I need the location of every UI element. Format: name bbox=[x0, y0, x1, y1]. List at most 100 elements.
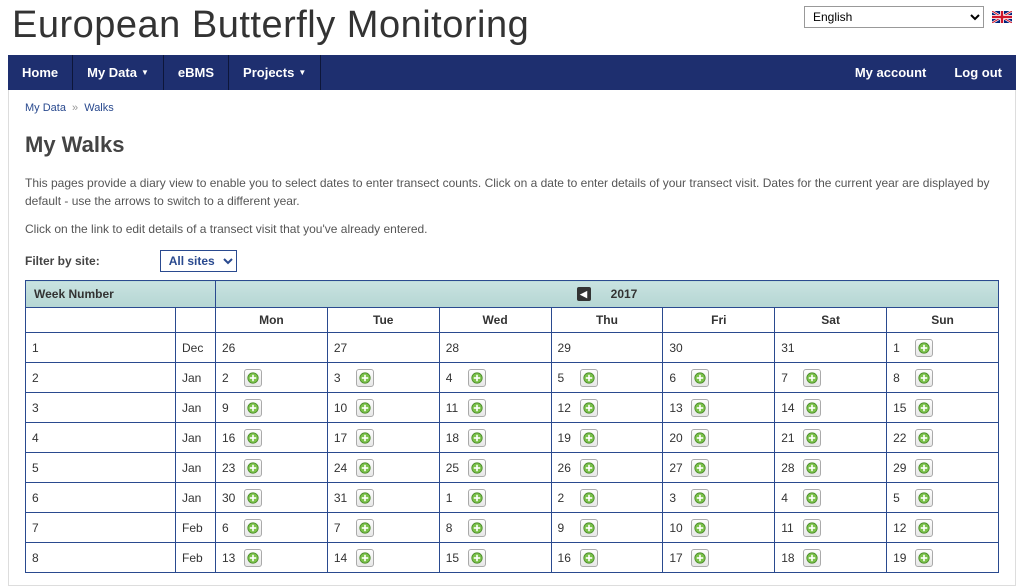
day-cell: 14 bbox=[327, 543, 439, 573]
add-walk-button[interactable] bbox=[803, 489, 821, 507]
day-number: 8 bbox=[893, 371, 909, 385]
add-walk-button[interactable] bbox=[244, 519, 262, 537]
day-cell: 29 bbox=[887, 453, 999, 483]
nav-item-home[interactable]: Home bbox=[8, 55, 73, 90]
add-walk-button[interactable] bbox=[803, 459, 821, 477]
day-number: 26 bbox=[222, 341, 238, 355]
site-filter-select[interactable]: All sites bbox=[160, 250, 237, 272]
add-walk-button[interactable] bbox=[356, 489, 374, 507]
add-walk-button[interactable] bbox=[580, 459, 598, 477]
day-number: 13 bbox=[669, 401, 685, 415]
day-cell: 6 bbox=[216, 513, 328, 543]
day-number: 26 bbox=[558, 461, 574, 475]
add-walk-button[interactable] bbox=[803, 549, 821, 567]
add-walk-button[interactable] bbox=[356, 549, 374, 567]
month-cell: Feb bbox=[176, 543, 216, 573]
add-walk-button[interactable] bbox=[691, 369, 709, 387]
day-number: 2 bbox=[222, 371, 238, 385]
day-number: 10 bbox=[669, 521, 685, 535]
add-walk-button[interactable] bbox=[691, 549, 709, 567]
add-walk-button[interactable] bbox=[468, 489, 486, 507]
add-walk-button[interactable] bbox=[468, 519, 486, 537]
add-walk-button[interactable] bbox=[803, 369, 821, 387]
add-walk-button[interactable] bbox=[244, 399, 262, 417]
add-walk-button[interactable] bbox=[915, 489, 933, 507]
add-walk-button[interactable] bbox=[915, 399, 933, 417]
add-walk-button[interactable] bbox=[915, 369, 933, 387]
day-cell: 18 bbox=[775, 543, 887, 573]
add-walk-button[interactable] bbox=[244, 549, 262, 567]
day-number: 19 bbox=[893, 551, 909, 565]
intro-text-2: Click on the link to edit details of a t… bbox=[25, 220, 999, 238]
day-number: 6 bbox=[669, 371, 685, 385]
add-walk-button[interactable] bbox=[580, 429, 598, 447]
add-walk-button[interactable] bbox=[691, 489, 709, 507]
day-number: 9 bbox=[558, 521, 574, 535]
day-cell: 24 bbox=[327, 453, 439, 483]
day-cell: 14 bbox=[775, 393, 887, 423]
day-number: 18 bbox=[781, 551, 797, 565]
day-cell: 19 bbox=[887, 543, 999, 573]
day-cell: 11 bbox=[439, 393, 551, 423]
add-walk-button[interactable] bbox=[356, 519, 374, 537]
add-walk-button[interactable] bbox=[915, 459, 933, 477]
add-walk-button[interactable] bbox=[356, 369, 374, 387]
day-cell: 28 bbox=[439, 333, 551, 363]
add-walk-button[interactable] bbox=[803, 429, 821, 447]
day-cell: 9 bbox=[551, 513, 663, 543]
day-number: 22 bbox=[893, 431, 909, 445]
add-walk-button[interactable] bbox=[468, 549, 486, 567]
add-walk-button[interactable] bbox=[915, 429, 933, 447]
add-walk-button[interactable] bbox=[468, 399, 486, 417]
add-walk-button[interactable] bbox=[356, 399, 374, 417]
day-cell: 26 bbox=[216, 333, 328, 363]
add-walk-button[interactable] bbox=[691, 399, 709, 417]
add-walk-button[interactable] bbox=[468, 369, 486, 387]
dow-header: Mon bbox=[216, 308, 328, 333]
add-walk-button[interactable] bbox=[356, 459, 374, 477]
add-walk-button[interactable] bbox=[244, 459, 262, 477]
month-cell: Jan bbox=[176, 363, 216, 393]
language-select[interactable]: English bbox=[804, 6, 984, 28]
add-walk-button[interactable] bbox=[244, 489, 262, 507]
breadcrumb-parent[interactable]: My Data bbox=[25, 102, 66, 114]
add-walk-button[interactable] bbox=[691, 519, 709, 537]
add-walk-button[interactable] bbox=[580, 549, 598, 567]
month-cell: Feb bbox=[176, 513, 216, 543]
nav-item-my-account[interactable]: My account bbox=[841, 55, 941, 90]
add-walk-button[interactable] bbox=[468, 429, 486, 447]
nav-item-my-data[interactable]: My Data ▼ bbox=[73, 55, 164, 90]
day-cell: 7 bbox=[775, 363, 887, 393]
month-cell: Jan bbox=[176, 393, 216, 423]
day-cell: 30 bbox=[216, 483, 328, 513]
add-walk-button[interactable] bbox=[580, 519, 598, 537]
add-walk-button[interactable] bbox=[580, 399, 598, 417]
add-walk-button[interactable] bbox=[691, 429, 709, 447]
day-cell: 15 bbox=[439, 543, 551, 573]
add-walk-button[interactable] bbox=[580, 369, 598, 387]
add-walk-button[interactable] bbox=[803, 519, 821, 537]
month-cell: Jan bbox=[176, 423, 216, 453]
add-walk-button[interactable] bbox=[356, 429, 374, 447]
day-cell: 8 bbox=[887, 363, 999, 393]
dow-header: Sat bbox=[775, 308, 887, 333]
nav-item-projects[interactable]: Projects ▼ bbox=[229, 55, 321, 90]
day-number: 3 bbox=[669, 491, 685, 505]
add-walk-button[interactable] bbox=[244, 429, 262, 447]
add-walk-button[interactable] bbox=[580, 489, 598, 507]
day-cell: 26 bbox=[551, 453, 663, 483]
add-walk-button[interactable] bbox=[691, 459, 709, 477]
day-cell: 21 bbox=[775, 423, 887, 453]
day-cell: 7 bbox=[327, 513, 439, 543]
prev-year-button[interactable]: ◀ bbox=[577, 287, 591, 301]
add-walk-button[interactable] bbox=[468, 459, 486, 477]
day-number: 8 bbox=[446, 521, 462, 535]
add-walk-button[interactable] bbox=[803, 399, 821, 417]
nav-item-log-out[interactable]: Log out bbox=[940, 55, 1016, 90]
add-walk-button[interactable] bbox=[915, 549, 933, 567]
add-walk-button[interactable] bbox=[915, 519, 933, 537]
add-walk-button[interactable] bbox=[915, 339, 933, 357]
month-cell: Dec bbox=[176, 333, 216, 363]
nav-item-ebms[interactable]: eBMS bbox=[164, 55, 229, 90]
add-walk-button[interactable] bbox=[244, 369, 262, 387]
